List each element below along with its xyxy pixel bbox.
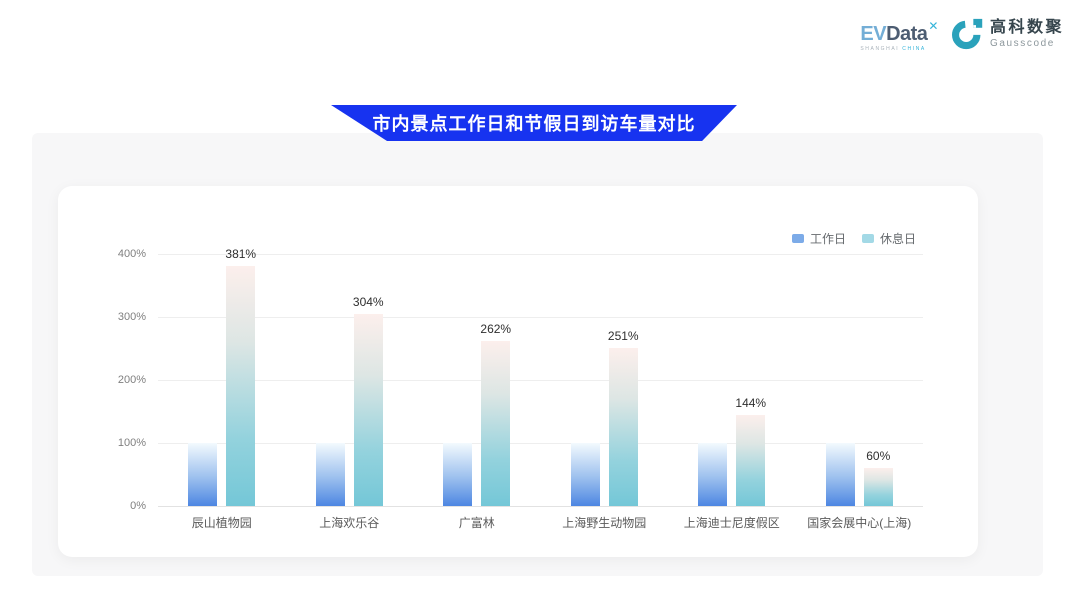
bar-value-label: 251% [608,329,639,343]
bar-restday [226,266,255,506]
page-title: 市内景点工作日和节假日到访车量对比 [373,110,696,136]
evdata-ev-text: EV [860,23,886,45]
y-axis-tick-label: 100% [118,437,146,449]
legend-item-休息日[interactable]: 休息日 [862,230,916,247]
evdata-subtitle: SHANGHAI CHINA [860,46,938,52]
bar-workday [571,443,600,506]
legend-item-工作日[interactable]: 工作日 [792,230,846,247]
evdata-x-icon: ✕ [928,19,938,33]
gausscode-g-icon [952,18,984,50]
legend: 工作日 休息日 [792,230,916,247]
bar-workday [443,443,472,506]
x-axis-line [158,506,923,507]
bar-restday [609,348,638,506]
x-axis-category-label: 国家会展中心(上海) [807,514,911,531]
bar-restday [481,341,510,506]
bar-value-label: 60% [866,449,890,463]
x-axis-category-label: 上海迪士尼度假区 [684,514,780,531]
y-axis-tick-label: 300% [118,311,146,323]
legend-swatch [862,234,874,243]
legend-label: 工作日 [810,230,846,247]
legend-swatch [792,234,804,243]
bar-value-label: 304% [353,295,384,309]
plot-area: 0%100%200%300%400%381%辰山植物园304%上海欢乐谷262%… [158,254,923,506]
title-banner: 市内景点工作日和节假日到访车量对比 [331,105,737,141]
bar-workday [316,443,345,506]
bar-value-label: 144% [735,396,766,410]
x-axis-category-label: 上海欢乐谷 [319,514,379,531]
bar-value-label: 262% [480,322,511,336]
bar-restday [864,468,893,506]
y-axis-tick-label: 0% [130,500,146,512]
gridline [158,443,923,444]
y-axis-tick-label: 200% [118,374,146,386]
bar-workday [698,443,727,506]
chart-card: 工作日休息日 0%100%200%300%400%381%辰山植物园304%上海… [58,186,978,557]
x-axis-category-label: 广富林 [459,514,495,531]
legend-label: 休息日 [880,230,916,247]
bar-restday [736,415,765,506]
gausscode-cn-name: 高科数聚 [990,20,1064,36]
bar-workday [188,443,217,506]
evdata-logo: EVData✕ SHANGHAI CHINA [860,16,938,52]
evdata-wordmark: EVData✕ [860,16,938,44]
evdata-data-text: Data [886,23,927,45]
x-axis-category-label: 上海野生动物园 [562,514,646,531]
header-logos: EVData✕ SHANGHAI CHINA 高科数聚 Gausscode [860,16,1064,52]
y-axis-tick-label: 400% [118,248,146,260]
gausscode-logo: 高科数聚 Gausscode [952,18,1064,50]
gridline [158,380,923,381]
bar-workday [826,443,855,506]
gausscode-text: 高科数聚 Gausscode [990,20,1064,49]
gridline [158,254,923,255]
gausscode-en-name: Gausscode [990,39,1064,49]
x-axis-category-label: 辰山植物园 [192,514,252,531]
bar-restday [354,314,383,506]
bar-value-label: 381% [225,247,256,261]
page: EVData✕ SHANGHAI CHINA 高科数聚 Gausscode 市内… [0,0,1080,608]
gridline [158,317,923,318]
